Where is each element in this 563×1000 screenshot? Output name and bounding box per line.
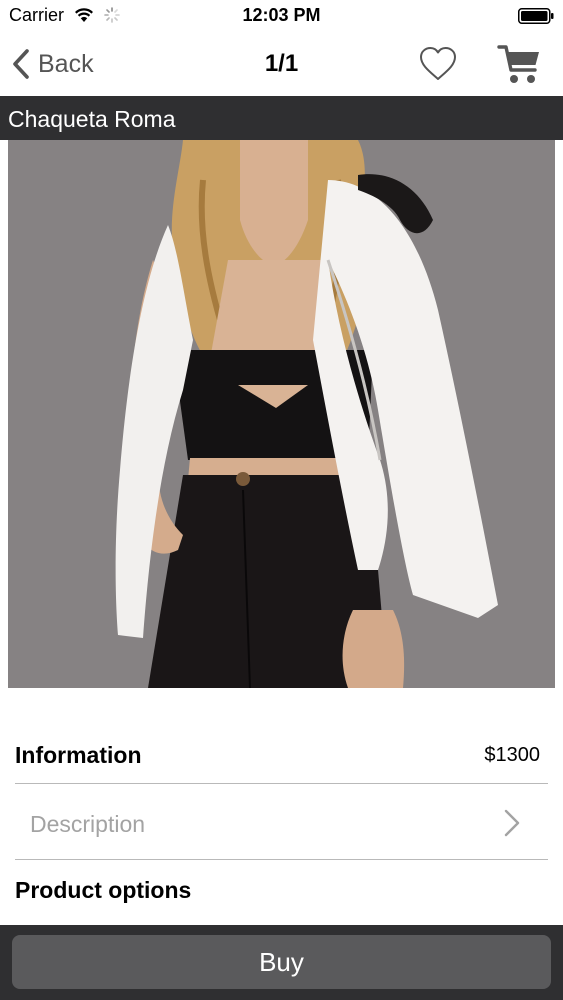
buy-bar: Buy — [0, 925, 563, 1000]
description-label: Description — [30, 811, 146, 837]
heart-icon[interactable] — [418, 44, 458, 84]
page-counter-title: 1/1 — [264, 50, 299, 77]
navigation-bar: Back 1/1 — [0, 32, 563, 96]
price-label: $1300 — [484, 744, 540, 766]
cart-icon[interactable] — [497, 42, 543, 86]
chevron-right-icon — [504, 809, 520, 837]
information-row: Information $1300 — [15, 730, 548, 784]
product-name: Chaqueta Roma — [8, 106, 176, 132]
product-options-label: Product options — [15, 877, 192, 903]
product-title-bar: Chaqueta Roma — [0, 96, 563, 140]
description-row[interactable]: Description — [15, 785, 548, 860]
product-photo-illustration — [8, 140, 555, 688]
product-photo[interactable] — [8, 140, 555, 688]
information-label: Information — [15, 742, 142, 768]
status-bar: Carrier 12:03 PM — [0, 0, 563, 32]
status-time: 12:03 PM — [242, 5, 321, 25]
battery-icon — [518, 8, 554, 24]
buy-button[interactable]: Buy — [12, 935, 551, 989]
